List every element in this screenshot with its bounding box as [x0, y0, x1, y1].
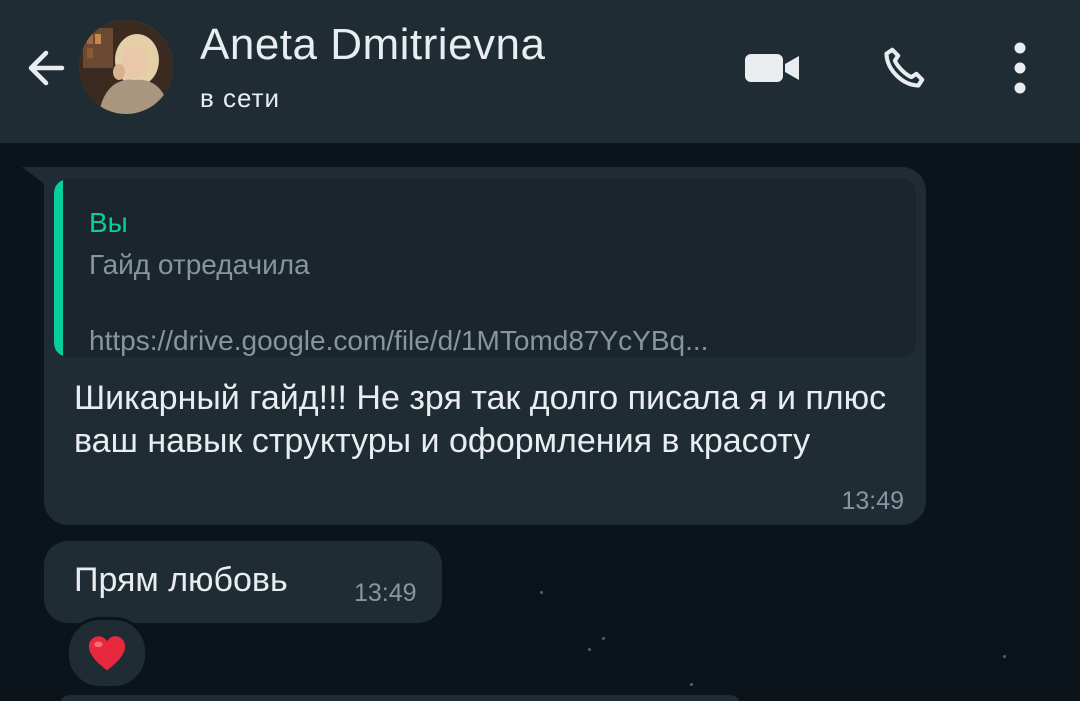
message-time: 13:49 [841, 487, 904, 515]
message-text: Прям любовь [74, 561, 288, 599]
quote-author: Вы [89, 207, 128, 238]
video-camera-icon [745, 54, 799, 82]
message-bubble[interactable]: Вы Гайд отредачила https://drive.google.… [44, 167, 926, 525]
contact-status: в сети [200, 83, 281, 113]
background-dot [1003, 655, 1006, 658]
background-dot [602, 637, 605, 640]
background-dot [588, 648, 591, 651]
video-call-button[interactable] [740, 36, 804, 100]
message-bubble[interactable]: Прям любовь 13:49 [44, 541, 442, 623]
contact-name[interactable]: Aneta Dmitrievna [200, 20, 545, 70]
background-dot [690, 683, 693, 686]
voice-call-button[interactable] [872, 36, 936, 100]
quote-accent-bar [54, 179, 63, 357]
quoted-message[interactable]: Вы Гайд отредачила https://drive.google.… [54, 179, 916, 357]
chat-header: Aneta Dmitrievna в сети [0, 0, 1080, 143]
more-vertical-icon [1014, 42, 1026, 94]
message-time: 13:49 [354, 579, 417, 607]
avatar[interactable] [79, 20, 173, 114]
heart-icon [88, 636, 126, 671]
message-bubble-partial[interactable] [60, 695, 740, 701]
bubble-tail [22, 167, 46, 185]
background-dot [540, 591, 543, 594]
reaction-badge[interactable] [66, 617, 148, 689]
quote-text: Гайд отредачила [89, 249, 310, 280]
avatar-photo [79, 20, 173, 114]
message-text: Шикарный гайд!!! Не зря так долго писала… [74, 379, 887, 460]
quote-link[interactable]: https://drive.google.com/file/d/1MTomd87… [89, 325, 708, 357]
menu-button[interactable] [988, 36, 1052, 100]
chat-area[interactable]: Вы Гайд отредачила https://drive.google.… [0, 143, 1080, 701]
phone-icon [884, 47, 925, 88]
back-button[interactable] [18, 40, 74, 96]
chat-screen: Aneta Dmitrievna в сети Вы Гайд отредачи… [0, 0, 1080, 701]
arrow-left-icon [28, 50, 65, 86]
